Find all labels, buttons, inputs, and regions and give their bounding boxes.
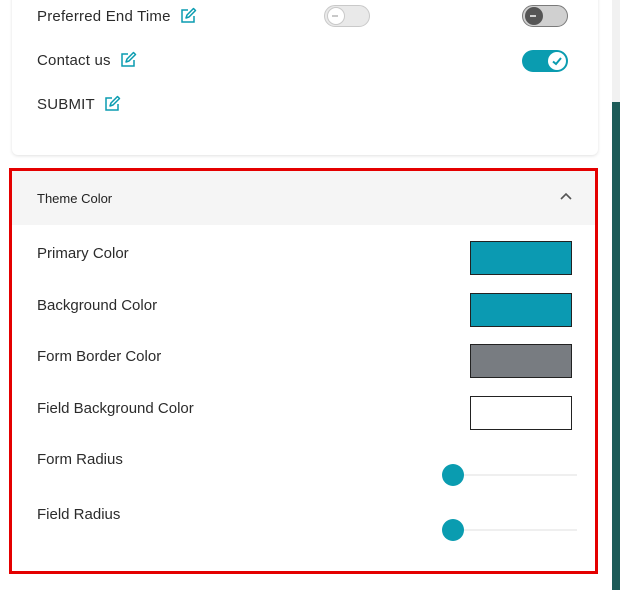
background-color-label: Background Color [37,297,158,314]
edit-icon[interactable] [179,7,197,25]
toggle-knob [548,52,566,70]
theme-color-panel-header[interactable]: Theme Color [12,171,595,225]
form-radius-slider[interactable] [442,464,577,486]
primary-color-swatch[interactable] [470,241,572,275]
slider-thumb[interactable] [442,519,464,541]
form-radius-label: Form Radius [37,451,123,468]
theme-color-panel: Theme Color Primary Color Background Col… [9,168,598,574]
chevron-up-icon[interactable] [559,191,573,201]
field-radius-label: Field Radius [37,506,121,523]
scrollbar-thumb[interactable] [612,102,620,590]
check-icon [552,57,562,66]
field-label: Contact us [37,51,111,69]
field-label: SUBMIT [37,95,95,113]
form-border-color-swatch[interactable] [470,344,572,378]
preferred-end-time-toggle-required[interactable] [324,5,370,27]
contact-us-toggle-enabled[interactable] [522,50,568,72]
edit-icon[interactable] [103,95,121,113]
field-background-color-label: Field Background Color [37,400,194,417]
primary-color-label: Primary Color [37,245,129,262]
slider-track [454,529,577,531]
minus-icon [332,15,338,17]
field-label: Preferred End Time [37,7,171,25]
preferred-end-time-toggle-enabled[interactable] [522,5,568,27]
field-contact-us: Contact us [37,48,137,72]
form-border-color-label: Form Border Color [37,348,162,365]
slider-thumb[interactable] [442,464,464,486]
edit-icon[interactable] [119,51,137,69]
field-preferred-end-time: Preferred End Time [37,4,197,28]
background-color-swatch[interactable] [470,293,572,327]
slider-track [454,474,577,476]
minus-icon [530,15,536,17]
panel-title: Theme Color [37,190,113,206]
field-submit: SUBMIT [37,92,121,116]
field-background-color-swatch[interactable] [470,396,572,430]
field-radius-slider[interactable] [442,519,577,541]
